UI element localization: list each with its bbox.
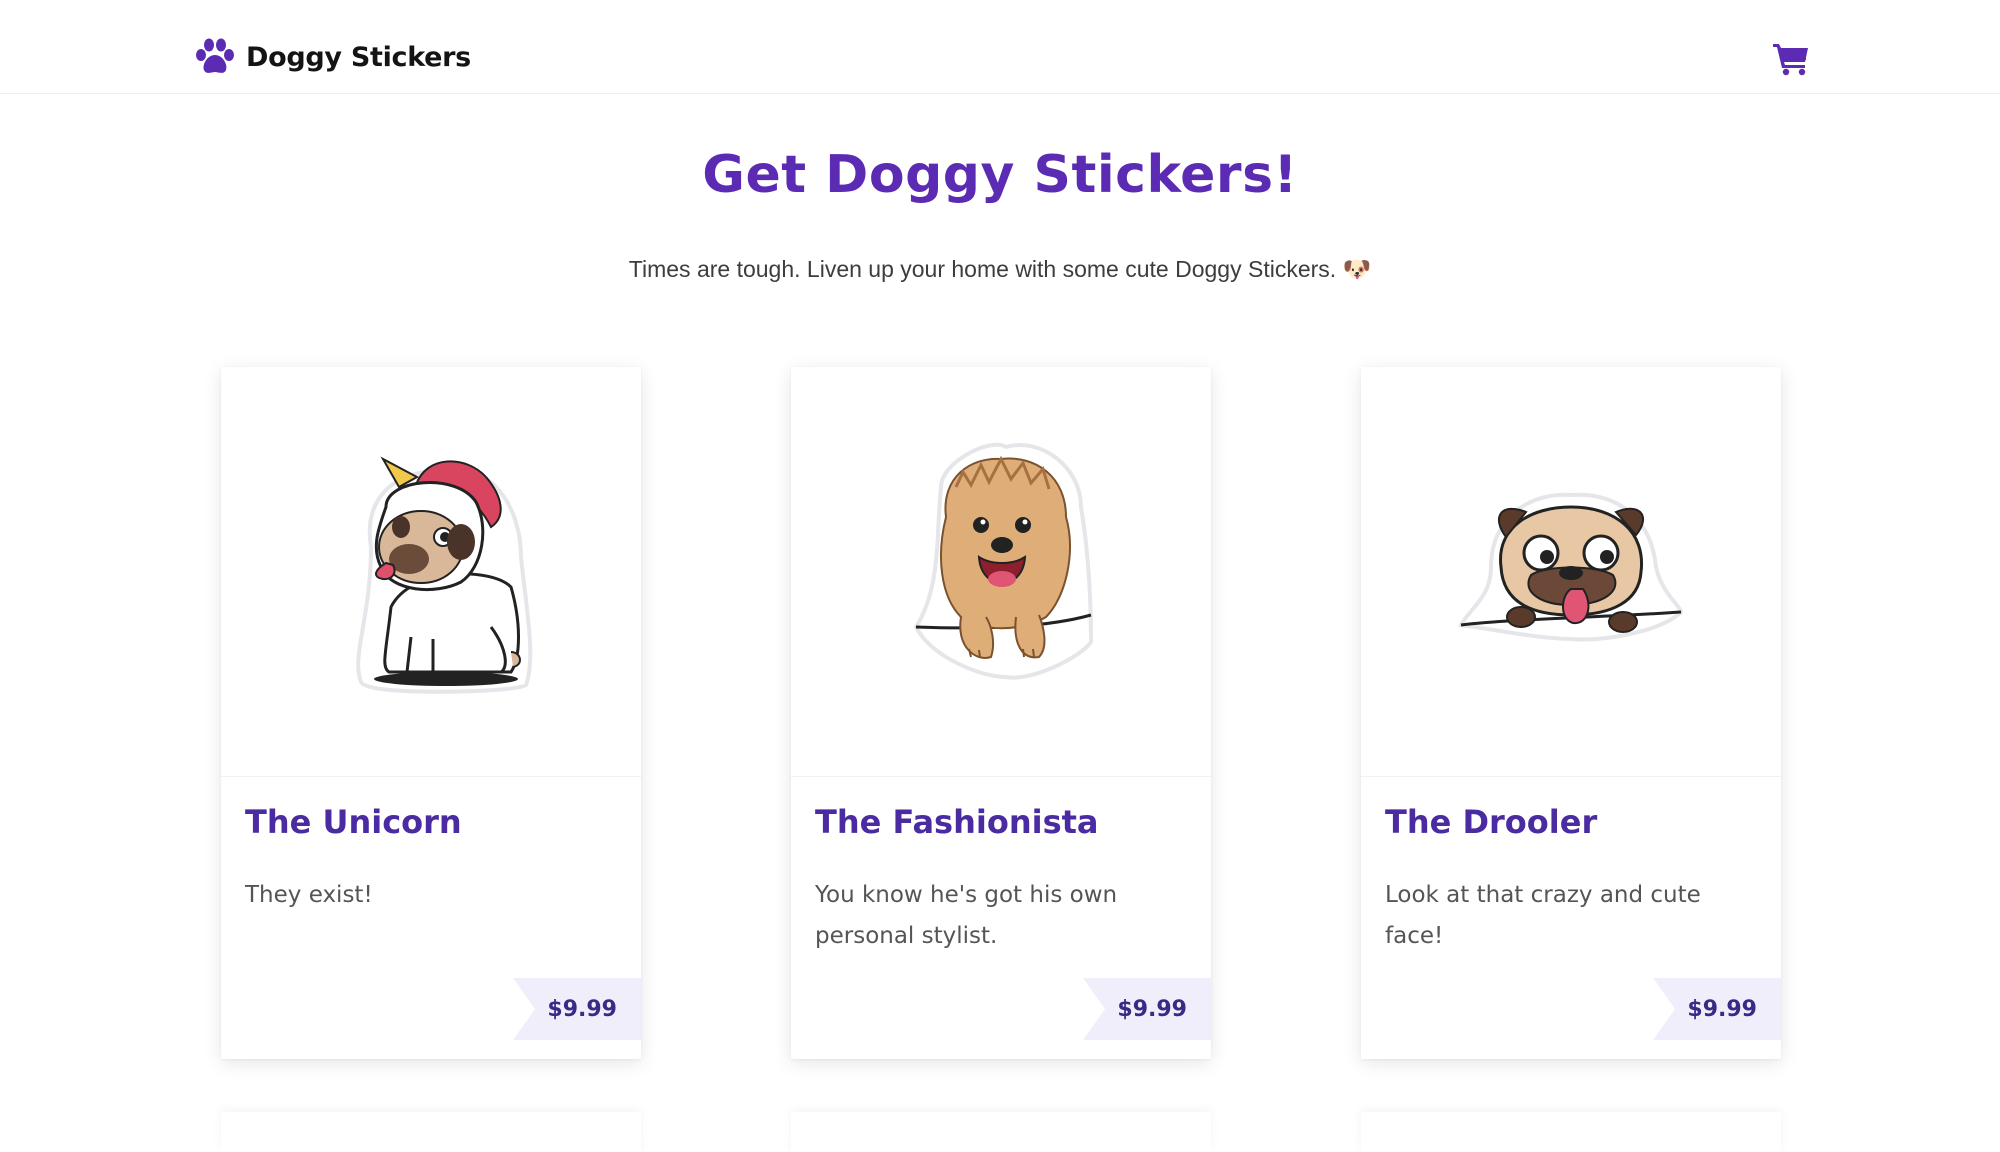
product-title[interactable]: The Drooler (1385, 803, 1597, 841)
shopping-cart-icon (1773, 44, 1808, 76)
price-tag[interactable]: $9.99 (513, 978, 641, 1040)
product-image-drooler[interactable] (1361, 367, 1781, 777)
product-card-partial (221, 1112, 641, 1152)
product-card[interactable]: The Drooler Look at that crazy and cute … (1361, 367, 1781, 1059)
drooling-pug-sticker (1457, 492, 1684, 642)
product-title[interactable]: The Unicorn (245, 803, 462, 841)
cart-button[interactable] (1772, 40, 1810, 76)
product-description: They exist! (245, 882, 373, 908)
brand-name: Doggy Stickers (246, 41, 471, 73)
product-card-partial (1361, 1112, 1781, 1152)
page-title: Get Doggy Stickers! (702, 145, 1298, 205)
product-image-unicorn[interactable] (221, 367, 641, 777)
product-image-fashionista[interactable] (791, 367, 1211, 777)
paw-icon (196, 38, 234, 73)
page-subtitle: Times are tough. Liven up your home with… (628, 256, 1372, 282)
product-card[interactable]: The Unicorn They exist! $9.99 (221, 367, 641, 1059)
price-tag[interactable]: $9.99 (1653, 978, 1781, 1040)
brand-logo-link[interactable]: Doggy Stickers (194, 38, 471, 76)
price-tag[interactable]: $9.99 (1083, 978, 1211, 1040)
product-title[interactable]: The Fashionista (815, 803, 1099, 841)
shih-tzu-sticker (913, 442, 1094, 680)
navbar: Doggy Stickers (0, 0, 2000, 94)
product-description: You know he's got his own personal styli… (815, 882, 1118, 949)
product-description: Look at that crazy and cute face! (1385, 882, 1701, 949)
unicorn-pug-sticker (356, 456, 533, 694)
product-card-partial (791, 1112, 1211, 1152)
product-card[interactable]: The Fashionista You know he's got his ow… (791, 367, 1211, 1059)
